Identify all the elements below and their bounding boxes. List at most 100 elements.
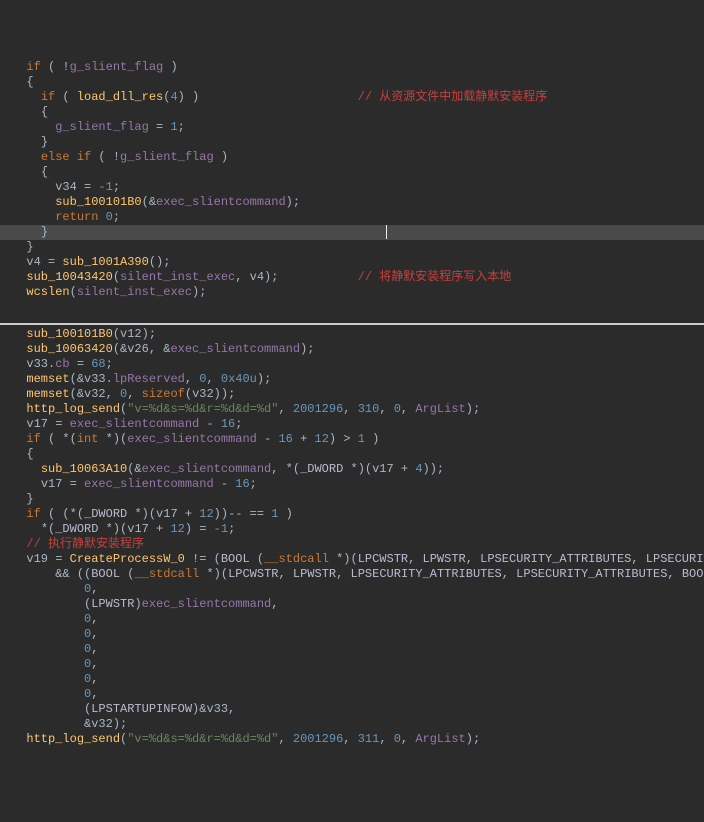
token: *)(: [329, 552, 358, 566]
token: ,: [502, 567, 516, 581]
code-line[interactable]: {: [0, 165, 704, 180]
code-pane-top[interactable]: if ( !g_slient_flag ) { if ( load_dll_re…: [0, 60, 704, 308]
token: _DWORD: [84, 507, 127, 521]
code-line[interactable]: 0,: [0, 612, 704, 627]
code-line[interactable]: sub_10063420(&v26, &exec_slientcommand);: [0, 342, 704, 357]
token: ,: [279, 567, 293, 581]
token: 12: [170, 522, 184, 536]
code-line[interactable]: }: [0, 135, 704, 150]
token: ,: [466, 552, 480, 566]
token: 0: [394, 732, 401, 746]
code-line[interactable]: v17 = exec_slientcommand - 16;: [0, 417, 704, 432]
code-line[interactable]: 0,: [0, 687, 704, 702]
code-line[interactable]: http_log_send("v=%d&s=%d&r=%d&d=%d", 200…: [0, 732, 704, 747]
token: != (: [185, 552, 221, 566]
code-line[interactable]: 0,: [0, 627, 704, 642]
code-pane-bottom[interactable]: sub_100101B0(v12); sub_10063420(&v26, &e…: [0, 323, 704, 747]
token: ) =: [185, 522, 214, 536]
code-line[interactable]: }: [0, 492, 704, 507]
code-line[interactable]: }: [0, 225, 704, 240]
token: ,: [401, 402, 415, 416]
code-line[interactable]: (LPSTARTUPINFOW)&v33,: [0, 702, 704, 717]
token: load_dll_res: [77, 90, 163, 104]
code-line[interactable]: && ((BOOL (__stdcall *)(LPCWSTR, LPWSTR,…: [0, 567, 704, 582]
token: 310: [358, 402, 380, 416]
token: memset: [26, 372, 69, 386]
code-line[interactable]: wcslen(silent_inst_exec);: [0, 285, 704, 300]
code-line[interactable]: }: [0, 240, 704, 255]
code-line[interactable]: else if ( !g_slient_flag ): [0, 150, 704, 165]
code-line[interactable]: memset(&v33.lpReserved, 0, 0x40u);: [0, 372, 704, 387]
token: v4 =: [26, 255, 62, 269]
code-line[interactable]: if ( load_dll_res(4) ) // 从资源文件中加载静默安装程序: [0, 90, 704, 105]
token: ,: [278, 732, 292, 746]
token: cb: [55, 357, 69, 371]
code-line[interactable]: 0,: [0, 642, 704, 657]
token: sizeof: [142, 387, 185, 401]
token: exec_slientcommand: [156, 195, 286, 209]
token: =: [149, 120, 171, 134]
token: ): [163, 60, 177, 74]
code-line[interactable]: memset(&v32, 0, sizeof(v32));: [0, 387, 704, 402]
code-line[interactable]: sub_100101B0(&exec_slientcommand);: [0, 195, 704, 210]
token: ): [214, 150, 228, 164]
token: exec_slientcommand: [170, 342, 300, 356]
token: ,: [343, 402, 357, 416]
code-line[interactable]: return 0;: [0, 210, 704, 225]
code-line[interactable]: v4 = sub_1001A390();: [0, 255, 704, 270]
token: ))-- ==: [214, 507, 272, 521]
token: -: [214, 477, 236, 491]
token: ,: [91, 582, 98, 596]
token: ;: [178, 120, 185, 134]
code-line[interactable]: {: [0, 75, 704, 90]
token: // 执行静默安装程序: [26, 537, 144, 551]
code-line[interactable]: 0,: [0, 582, 704, 597]
text-cursor: [386, 225, 387, 239]
code-line[interactable]: if ( *(int *)(exec_slientcommand - 16 + …: [0, 432, 704, 447]
token: ArgList: [415, 732, 465, 746]
code-line[interactable]: 0,: [0, 657, 704, 672]
token: *)(: [98, 432, 127, 446]
token: g_slient_flag: [120, 150, 214, 164]
code-line[interactable]: sub_100101B0(v12);: [0, 327, 704, 342]
code-line[interactable]: g_slient_flag = 1;: [0, 120, 704, 135]
token: LPSECURITY_AT: [646, 552, 704, 566]
token: (: [113, 270, 120, 284]
token: ( !: [41, 60, 70, 74]
code-line[interactable]: v19 = CreateProcessW_0 != (BOOL (__stdca…: [0, 552, 704, 567]
code-line[interactable]: sub_10063A10(&exec_slientcommand, *(_DWO…: [0, 462, 704, 477]
token: (: [70, 285, 77, 299]
token: ,: [185, 372, 199, 386]
code-line[interactable]: v33.cb = 68;: [0, 357, 704, 372]
token: 0: [84, 672, 91, 686]
token: ,: [401, 732, 415, 746]
code-line[interactable]: &v32);: [0, 717, 704, 732]
token: ): [365, 432, 379, 446]
token: BOOL: [221, 552, 250, 566]
code-line[interactable]: (LPWSTR)exec_slientcommand,: [0, 597, 704, 612]
token: ,: [379, 732, 393, 746]
token: ,: [91, 672, 98, 686]
code-line[interactable]: {: [0, 105, 704, 120]
code-line[interactable]: if ( (*(_DWORD *)(v17 + 12))-- == 1 ): [0, 507, 704, 522]
token: sub_100101B0: [26, 327, 112, 341]
code-line[interactable]: if ( !g_slient_flag ): [0, 60, 704, 75]
token: "v=%d&s=%d&r=%d&d=%d": [127, 402, 278, 416]
token: ( (*(: [41, 507, 84, 521]
token: );: [466, 402, 480, 416]
token: http_log_send: [26, 402, 120, 416]
code-line[interactable]: {: [0, 447, 704, 462]
code-line[interactable]: v34 = -1;: [0, 180, 704, 195]
code-line[interactable]: v17 = exec_slientcommand - 16;: [0, 477, 704, 492]
code-line[interactable]: // 执行静默安装程序: [0, 537, 704, 552]
token: ) >: [329, 432, 358, 446]
token: ,: [271, 597, 278, 611]
code-line[interactable]: sub_10043420(silent_inst_exec, v4); // 将…: [0, 270, 704, 285]
code-line[interactable]: 0,: [0, 672, 704, 687]
token: -: [199, 417, 221, 431]
token: 16: [235, 477, 249, 491]
token: (: [250, 552, 264, 566]
code-line[interactable]: http_log_send("v=%d&s=%d&r=%d&d=%d", 200…: [0, 402, 704, 417]
code-line[interactable]: *(_DWORD *)(v17 + 12) = -1;: [0, 522, 704, 537]
token: sub_100101B0: [55, 195, 141, 209]
